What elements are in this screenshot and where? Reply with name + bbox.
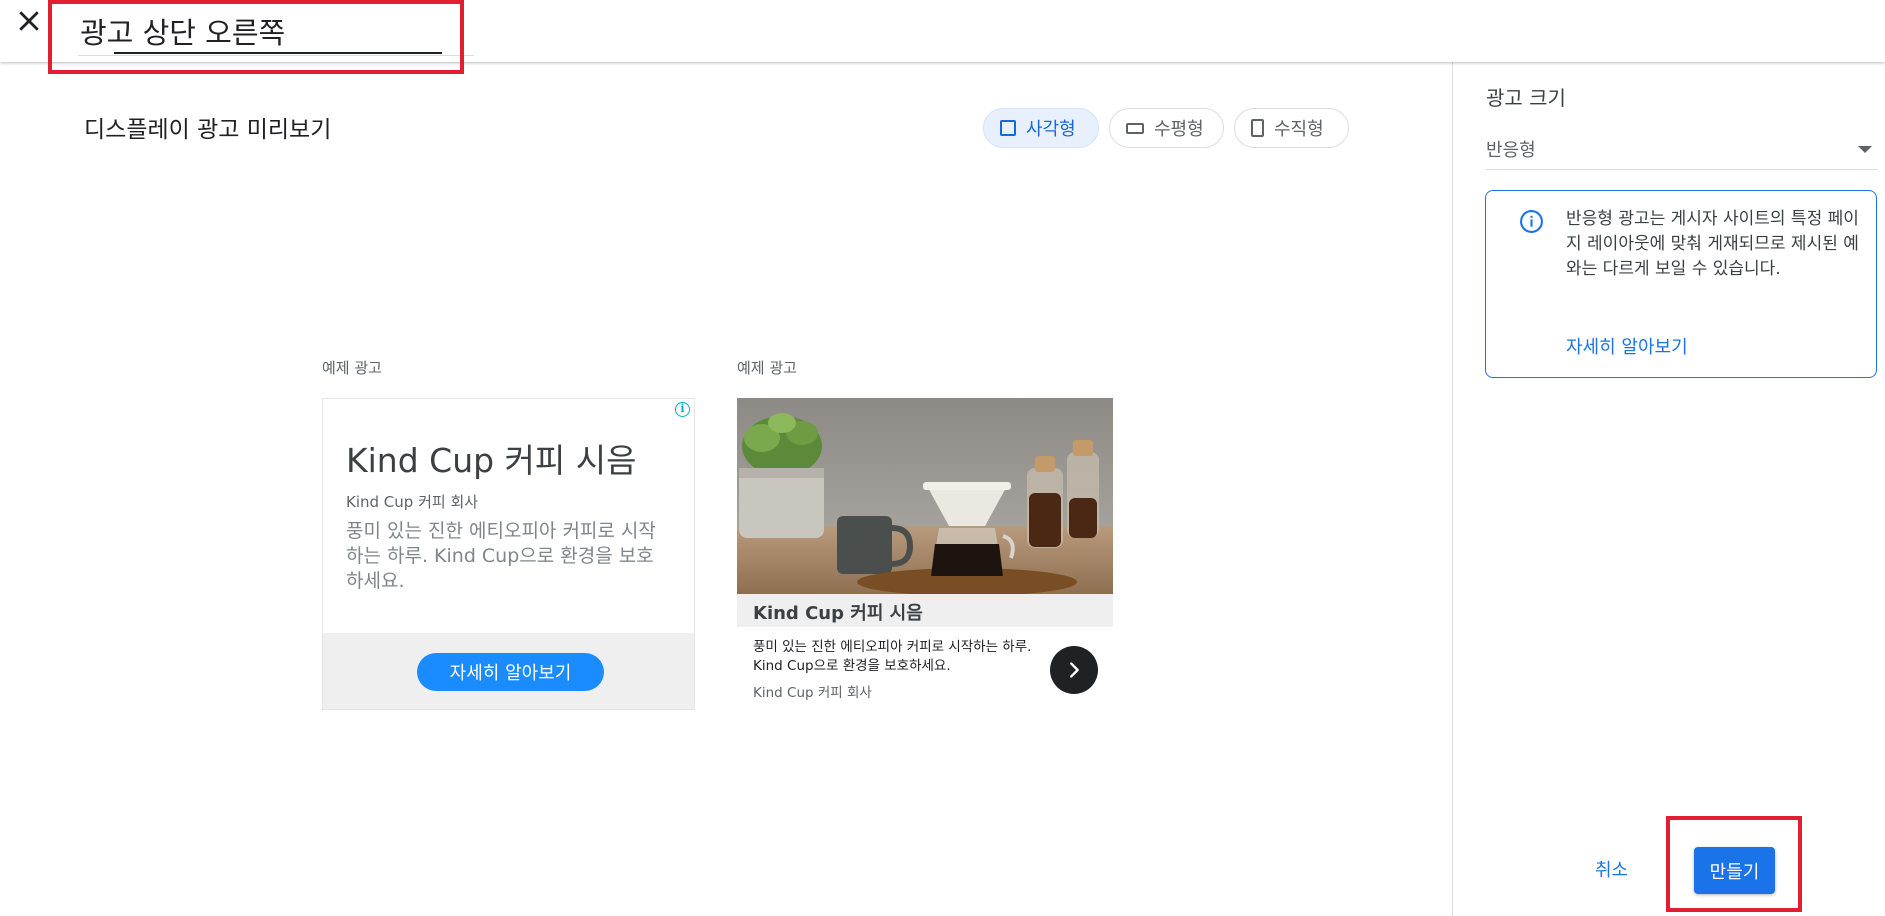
toggle-square[interactable]: 사각형	[983, 108, 1099, 148]
toggle-horizontal[interactable]: 수평형	[1109, 108, 1224, 148]
ad-headline: Kind Cup 커피 시음	[346, 441, 637, 480]
ad-headline: Kind Cup 커피 시음	[753, 603, 923, 624]
toggle-square-label: 사각형	[1026, 119, 1076, 140]
ad-description: 풍미 있는 진한 에티오피아 커피로 시작하는 하루. Kind Cup으로 환…	[753, 639, 1032, 674]
ad-size-select[interactable]: 반응형	[1486, 130, 1878, 170]
preview-title: 디스플레이 광고 미리보기	[84, 117, 332, 143]
chevron-right-icon	[1070, 662, 1079, 678]
info-icon	[1520, 210, 1543, 233]
toggle-vertical-label: 수직형	[1274, 119, 1324, 140]
dropdown-arrow-icon	[1858, 146, 1872, 153]
close-icon	[19, 11, 39, 31]
ad-size-label: 광고 크기	[1486, 86, 1566, 110]
ad-headline-bar: Kind Cup 커피 시음	[737, 594, 1113, 627]
ad-description: 풍미 있는 진한 에티오피아 커피로 시작하는 하루. Kind Cup으로 환…	[346, 520, 656, 592]
ad-advertiser: Kind Cup 커피 회사	[753, 685, 872, 701]
ad-learn-more-button[interactable]: 자세히 알아보기	[417, 653, 604, 691]
ad-next-button[interactable]	[1050, 646, 1098, 694]
learn-more-link[interactable]: 자세히 알아보기	[1566, 333, 1688, 359]
vertical-rect-icon	[1251, 119, 1264, 137]
sample-ad-text[interactable]: i Kind Cup 커피 시음 Kind Cup 커피 회사 풍미 있는 진한…	[322, 398, 695, 710]
create-button[interactable]: 만들기	[1694, 847, 1775, 894]
ad-name-focus-underline	[114, 52, 442, 54]
info-message: 반응형 광고는 게시자 사이트의 특정 페이지 레이아웃에 맞춰 게재되므로 제…	[1566, 209, 1859, 279]
ad-coffee-image	[737, 398, 1113, 594]
sample-ad-image[interactable]: Kind Cup 커피 시음 풍미 있는 진한 에티오피아 커피로 시작하는 하…	[737, 398, 1113, 701]
sample-ad-label: 예제 광고	[737, 359, 797, 377]
responsive-info-box: 반응형 광고는 게시자 사이트의 특정 페이지 레이아웃에 맞춰 게재되므로 제…	[1485, 190, 1877, 378]
preview-area: 디스플레이 광고 미리보기 사각형 수평형 수직형	[0, 62, 1452, 916]
shape-toggle-group: 사각형 수평형 수직형	[983, 108, 1349, 148]
cancel-button[interactable]: 취소	[1595, 856, 1628, 882]
square-icon	[1000, 120, 1016, 136]
horizontal-rect-icon	[1126, 122, 1144, 134]
close-button[interactable]	[14, 6, 44, 36]
ad-advertiser: Kind Cup 커피 회사	[346, 493, 479, 511]
ad-size-panel: 광고 크기 반응형 반응형 광고는 게시자 사이트의 특정 페이지 레이아웃에 …	[1452, 62, 1885, 916]
ad-size-value: 반응형	[1486, 140, 1536, 161]
info-icon[interactable]: i	[675, 402, 690, 417]
ad-cta-band: 자세히 알아보기	[323, 633, 694, 709]
ad-name-input[interactable]	[78, 6, 474, 56]
toggle-horizontal-label: 수평형	[1154, 119, 1204, 140]
toggle-vertical[interactable]: 수직형	[1234, 108, 1349, 148]
sample-ad-label: 예제 광고	[322, 359, 382, 377]
top-bar	[0, 0, 1885, 62]
